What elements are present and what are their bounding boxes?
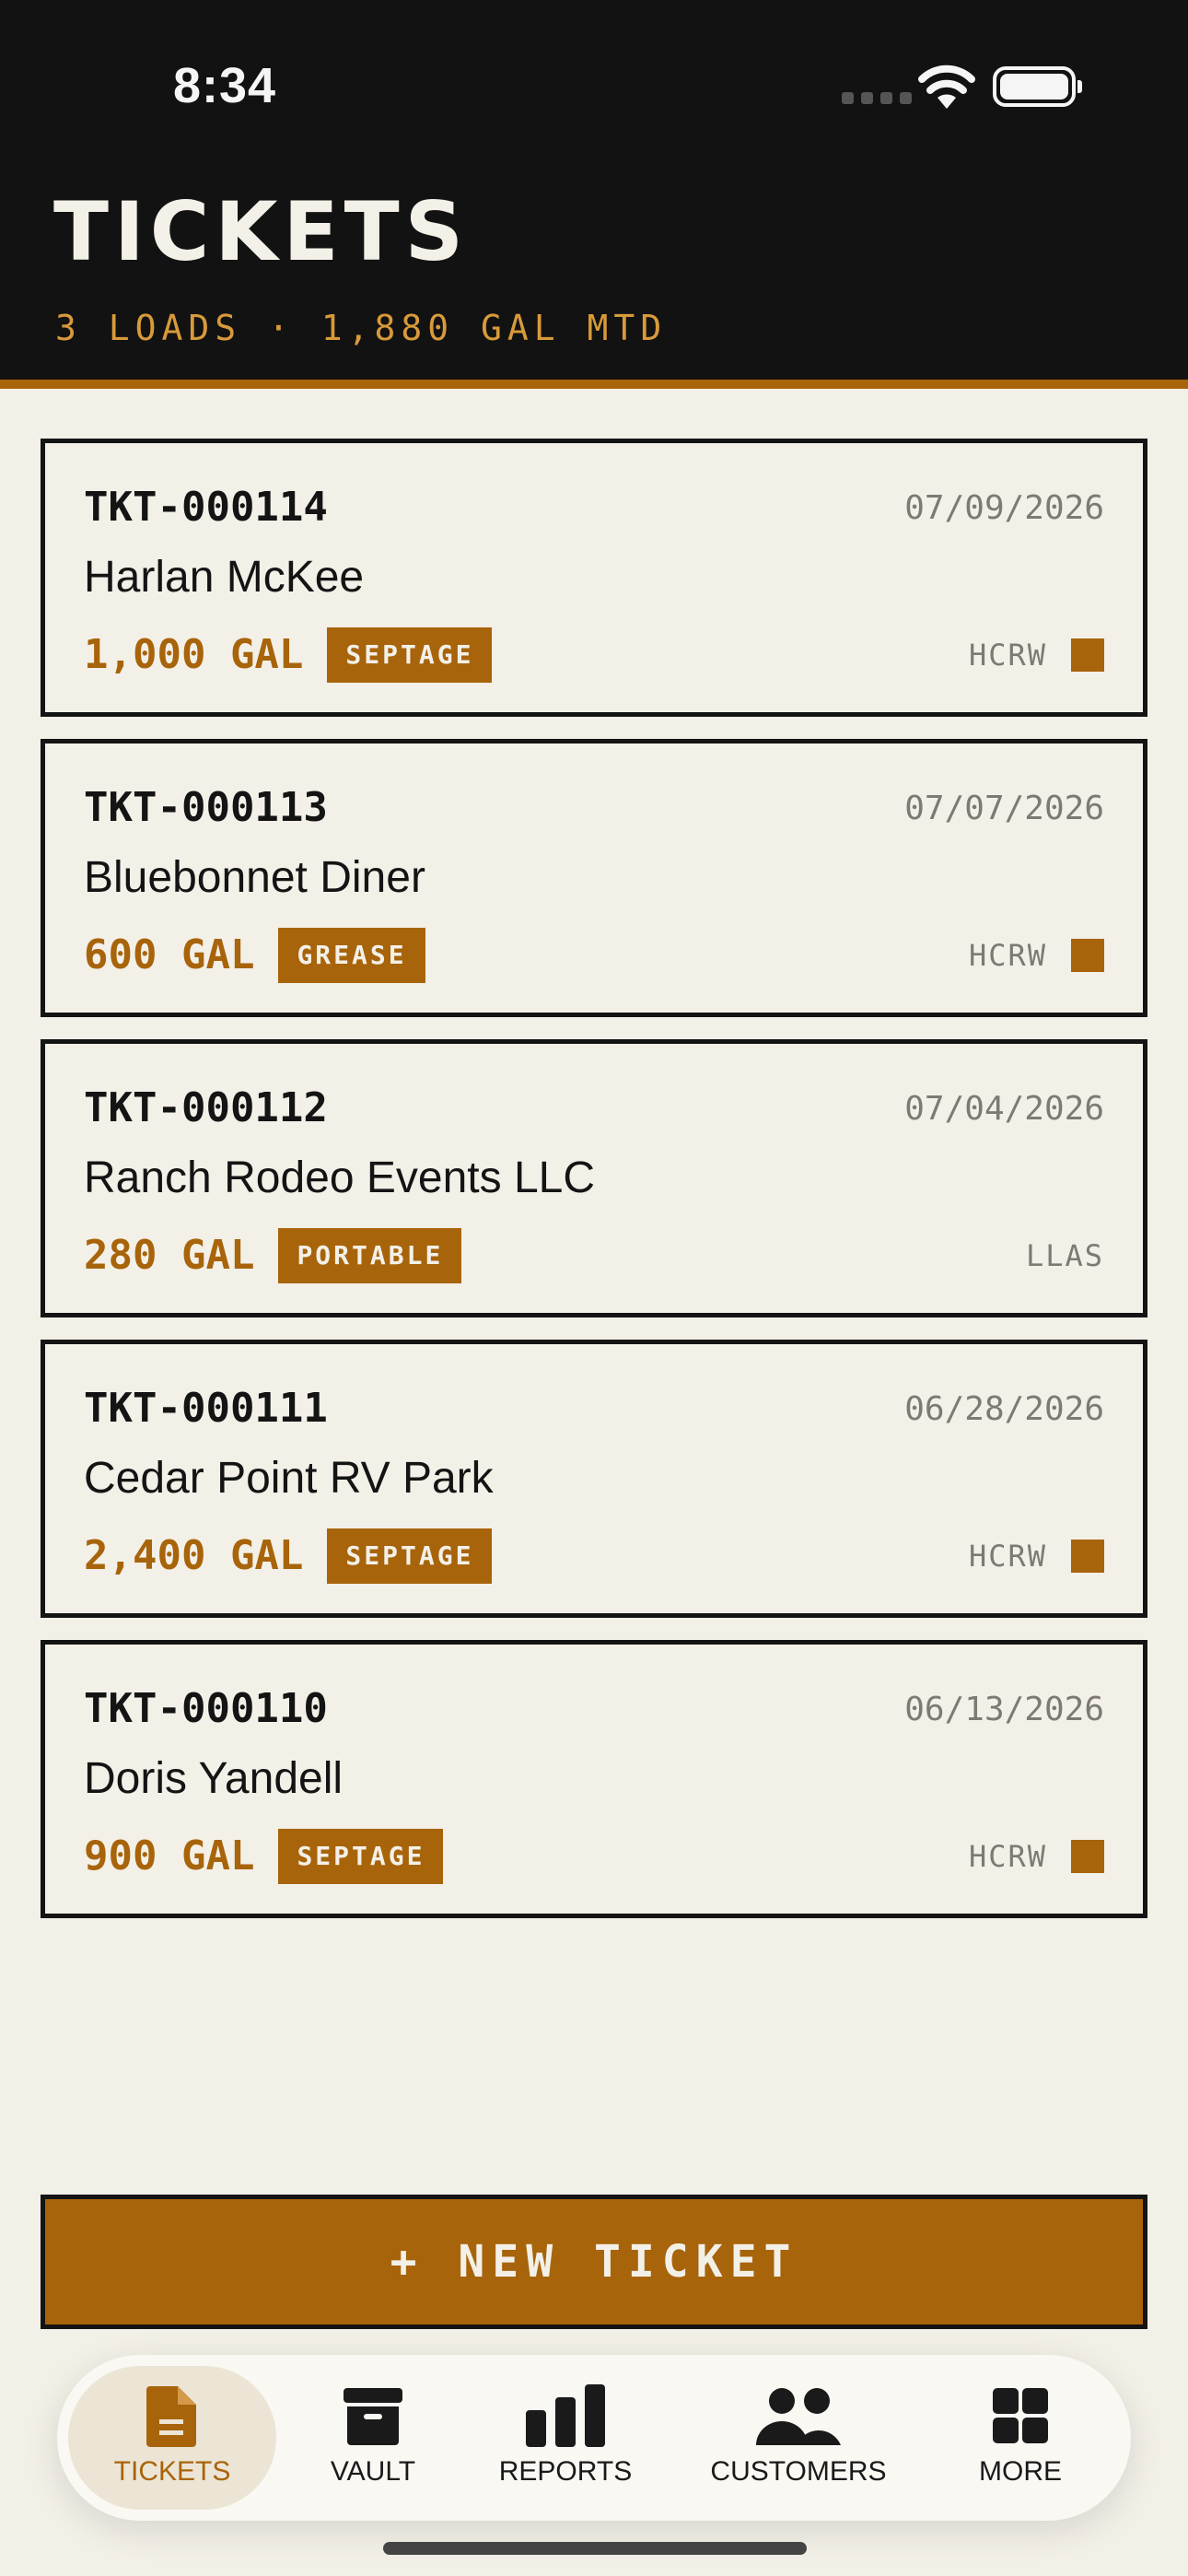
ticket-gallons: 900 GAL bbox=[84, 1832, 255, 1879]
ticket-customer: Ranch Rodeo Events LLC bbox=[84, 1153, 595, 1202]
facility-code: HCRW bbox=[968, 938, 1047, 973]
facility-code: HCRW bbox=[968, 638, 1047, 673]
cellular-signal-icon bbox=[842, 92, 912, 104]
page-subtitle: 3 LOADS · 1,880 GAL MTD bbox=[55, 308, 668, 348]
status-square-icon bbox=[1071, 939, 1104, 972]
ticket-gallons: 1,000 GAL bbox=[84, 631, 304, 678]
ticket-id: TKT-000113 bbox=[84, 784, 328, 831]
page-title: TICKETS bbox=[53, 184, 470, 279]
ticket-facility: HCRW bbox=[969, 627, 1104, 683]
ticket-customer: Doris Yandell bbox=[84, 1754, 344, 1803]
ticket-date: 07/09/2026 bbox=[904, 489, 1104, 527]
battery-icon bbox=[993, 66, 1082, 107]
ticket-facility: HCRW bbox=[969, 1829, 1104, 1884]
ticket-date: 06/13/2026 bbox=[904, 1691, 1104, 1728]
ticket-list: TKT-000114 07/09/2026 Harlan McKee 1,000… bbox=[41, 439, 1147, 1940]
tab-customers[interactable]: CUSTOMERS bbox=[702, 2366, 895, 2510]
ticket-date: 07/04/2026 bbox=[904, 1090, 1104, 1128]
ticket-id: TKT-000110 bbox=[84, 1685, 328, 1732]
tab-reports[interactable]: REPORTS bbox=[492, 2366, 639, 2510]
tab-tickets[interactable]: TICKETS bbox=[68, 2366, 276, 2510]
tab-bar: TICKETS VAULT REPORTS CUSTOMERS MORE bbox=[57, 2355, 1131, 2521]
ticket-card[interactable]: TKT-000113 07/07/2026 Bluebonnet Diner 6… bbox=[41, 739, 1147, 1017]
status-time: 8:34 bbox=[173, 58, 277, 113]
status-square-icon bbox=[1071, 1840, 1104, 1873]
waste-type-badge: SEPTAGE bbox=[278, 1829, 444, 1884]
ticket-card[interactable]: TKT-000110 06/13/2026 Doris Yandell 900 … bbox=[41, 1640, 1147, 1918]
tab-more[interactable]: MORE bbox=[956, 2366, 1085, 2510]
archive-box-icon bbox=[344, 2388, 402, 2445]
ticket-gallons-row: 1,000 GAL SEPTAGE bbox=[84, 627, 493, 683]
ticket-facility: HCRW bbox=[969, 1528, 1104, 1584]
tab-label: CUSTOMERS bbox=[710, 2456, 887, 2487]
tab-label: TICKETS bbox=[113, 2456, 231, 2487]
people-icon bbox=[756, 2388, 841, 2445]
facility-code: LLAS bbox=[1025, 1238, 1104, 1273]
home-indicator[interactable] bbox=[383, 2542, 807, 2555]
ticket-date: 06/28/2026 bbox=[904, 1390, 1104, 1428]
grid-icon bbox=[993, 2388, 1048, 2443]
ticket-gallons-row: 600 GAL GREASE bbox=[84, 928, 425, 983]
ticket-gallons-row: 900 GAL SEPTAGE bbox=[84, 1829, 444, 1884]
ticket-customer: Cedar Point RV Park bbox=[84, 1454, 494, 1503]
ticket-id: TKT-000114 bbox=[84, 484, 328, 531]
ticket-id: TKT-000111 bbox=[84, 1385, 328, 1432]
ticket-gallons-row: 280 GAL PORTABLE bbox=[84, 1228, 462, 1283]
facility-code: HCRW bbox=[968, 1539, 1047, 1574]
waste-type-badge: GREASE bbox=[278, 928, 425, 983]
wifi-icon bbox=[918, 64, 975, 109]
ticket-card[interactable]: TKT-000111 06/28/2026 Cedar Point RV Par… bbox=[41, 1340, 1147, 1618]
tab-label: MORE bbox=[979, 2456, 1062, 2487]
ticket-customer: Bluebonnet Diner bbox=[84, 853, 425, 902]
document-icon bbox=[146, 2386, 196, 2447]
new-ticket-button[interactable]: + NEW TICKET bbox=[41, 2195, 1147, 2329]
tab-label: REPORTS bbox=[498, 2456, 633, 2487]
ticket-gallons: 2,400 GAL bbox=[84, 1532, 304, 1579]
waste-type-badge: SEPTAGE bbox=[327, 627, 493, 683]
bar-chart-icon bbox=[526, 2384, 605, 2447]
ticket-gallons: 600 GAL bbox=[84, 931, 255, 978]
tab-label: VAULT bbox=[330, 2456, 416, 2487]
header: 8:34 TICKETS 3 LOADS · 1,880 GAL MTD bbox=[0, 0, 1188, 389]
ticket-customer: Harlan McKee bbox=[84, 553, 365, 602]
status-square-icon bbox=[1071, 638, 1104, 672]
ticket-card[interactable]: TKT-000112 07/04/2026 Ranch Rodeo Events… bbox=[41, 1039, 1147, 1317]
ticket-card[interactable]: TKT-000114 07/09/2026 Harlan McKee 1,000… bbox=[41, 439, 1147, 717]
tab-vault[interactable]: VAULT bbox=[304, 2366, 442, 2510]
ticket-id: TKT-000112 bbox=[84, 1084, 328, 1131]
facility-code: HCRW bbox=[968, 1839, 1047, 1874]
waste-type-badge: PORTABLE bbox=[278, 1228, 462, 1283]
ticket-gallons: 280 GAL bbox=[84, 1232, 255, 1279]
ticket-facility: LLAS bbox=[1026, 1228, 1104, 1283]
ticket-date: 07/07/2026 bbox=[904, 790, 1104, 827]
status-square-icon bbox=[1071, 1540, 1104, 1573]
ticket-gallons-row: 2,400 GAL SEPTAGE bbox=[84, 1528, 493, 1584]
ticket-facility: HCRW bbox=[969, 928, 1104, 983]
waste-type-badge: SEPTAGE bbox=[327, 1528, 493, 1584]
